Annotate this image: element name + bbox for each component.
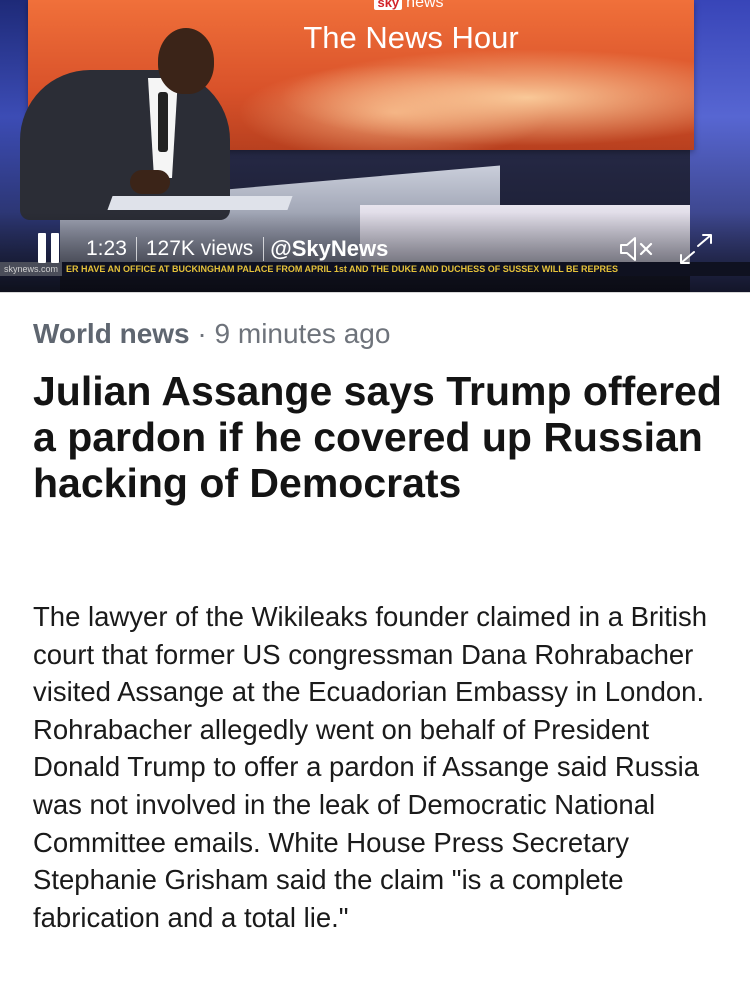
fullscreen-expand-icon[interactable]	[676, 232, 716, 266]
channel-logo-text: news	[406, 0, 444, 11]
source-handle-link[interactable]: @SkyNews	[264, 236, 388, 262]
category-label[interactable]: World news	[33, 318, 190, 349]
video-player[interactable]: sky news The News Hour skynews.com ER HAV…	[0, 0, 750, 292]
section-divider	[0, 292, 750, 293]
meta-separator: ·	[197, 318, 207, 349]
desk-laptop	[107, 196, 293, 210]
show-title: The News Hour	[303, 20, 519, 55]
view-count: 127K views	[145, 237, 254, 260]
elapsed-time: 1:23	[86, 237, 127, 260]
pause-bar-left	[38, 233, 46, 263]
pause-icon[interactable]	[36, 233, 62, 263]
news-anchor-hand	[130, 170, 170, 194]
video-meta-row: 1:23 127K views @SkyNews	[86, 233, 388, 265]
news-anchor-head	[158, 28, 214, 94]
muted-speaker-icon[interactable]	[618, 234, 656, 264]
channel-logo: sky news	[364, 0, 454, 12]
article-headline[interactable]: Julian Assange says Trump offered a pard…	[33, 368, 733, 506]
ticker-site-label: skynews.com	[0, 262, 63, 276]
article-timestamp: 9 minutes ago	[214, 318, 391, 349]
news-anchor-tie	[158, 92, 168, 152]
article-body: The lawyer of the Wikileaks founder clai…	[33, 601, 708, 933]
pause-bar-right	[51, 233, 59, 263]
ticker-text: ER HAVE AN OFFICE AT BUCKINGHAM PALACE F…	[66, 264, 619, 274]
channel-logo-brand: sky	[374, 0, 403, 10]
article-meta: World news · 9 minutes ago	[33, 318, 733, 350]
